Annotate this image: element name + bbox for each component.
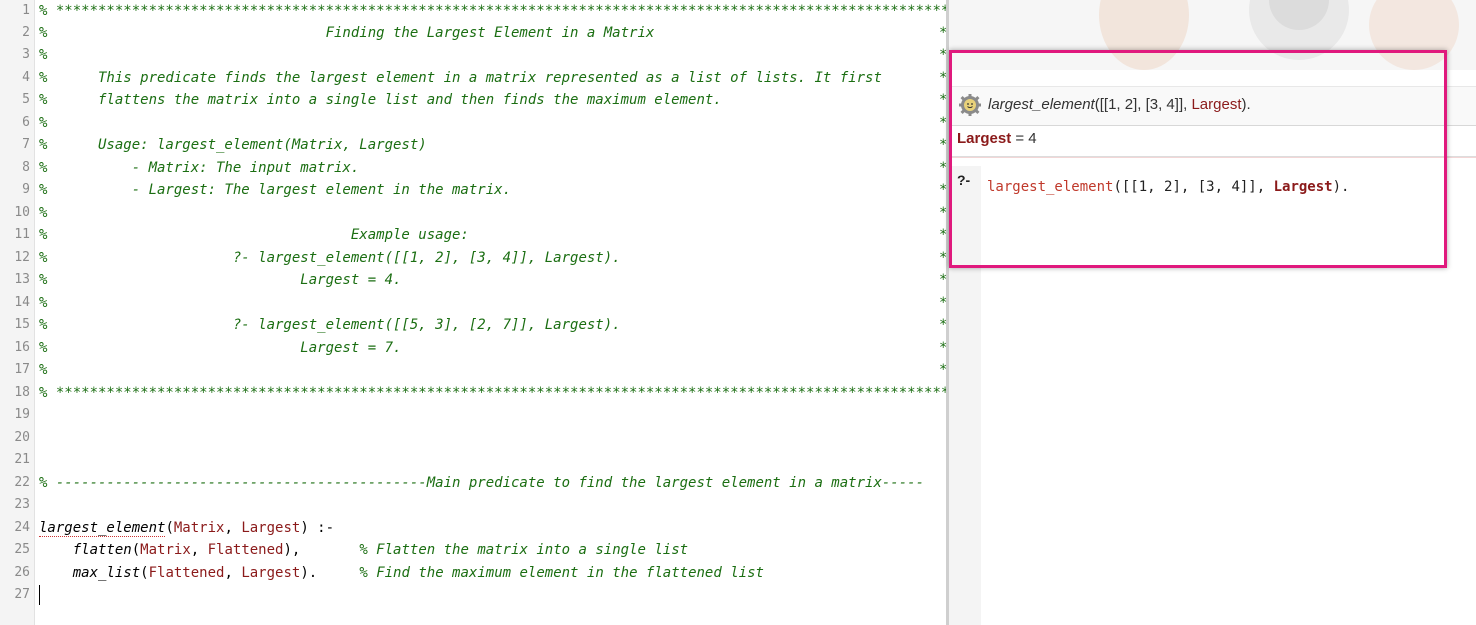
line-number: 4	[22, 70, 30, 85]
comment-line: % **************************************…	[39, 385, 946, 401]
query-variable: Largest	[1273, 179, 1333, 195]
variable: Largest	[241, 565, 301, 581]
line-number: 24	[14, 520, 30, 535]
prompt-gutter	[949, 166, 981, 625]
line-number: 8	[22, 160, 30, 175]
comment-border-star: *	[939, 247, 946, 269]
query-header[interactable]: largest_element([[1, 2], [3, 4]], Larges…	[949, 86, 1476, 126]
comment-line: %	[39, 205, 48, 221]
comment-border-star: *	[939, 134, 946, 156]
line-number: 19	[14, 407, 30, 422]
line-number: 17	[14, 362, 30, 377]
line-number: 25	[14, 542, 30, 557]
comment-line: %	[39, 47, 48, 63]
query-title-predicate: largest_element	[988, 96, 1095, 113]
comment-border-star: *	[939, 112, 946, 134]
line-number: 13	[14, 272, 30, 287]
line-number: 14	[14, 295, 30, 310]
comment-border-star: *	[939, 179, 946, 201]
query-pane: largest_element([[1, 2], [3, 4]], Larges…	[949, 0, 1476, 625]
line-number: 10	[14, 205, 30, 220]
line-number: 20	[14, 430, 30, 445]
section-comment: % --------------------------------------…	[39, 475, 925, 491]
query-answer: Largest = 4	[957, 130, 1037, 147]
comment-line: % This predicate finds the largest eleme…	[39, 70, 882, 86]
line-number: 15	[14, 317, 30, 332]
comment-border-star: *	[939, 89, 946, 111]
line-number: 27	[14, 587, 30, 602]
line-number: 12	[14, 250, 30, 265]
line-number: 2	[22, 25, 30, 40]
comment-line: % Example usage:	[39, 227, 469, 243]
comment-border-star: *	[939, 22, 946, 44]
clause-head-predicate[interactable]: largest_element	[39, 520, 166, 537]
query-predicate: largest_element	[987, 179, 1114, 195]
line-number: 3	[22, 47, 30, 62]
comment-line: % Usage: largest_element(Matrix, Largest…	[39, 137, 427, 153]
comment-border-star: *	[939, 269, 946, 291]
inline-comment: % Find the maximum element in the flatte…	[359, 565, 764, 581]
comment-line: % - Matrix: The input matrix.	[39, 160, 360, 176]
line-number: 6	[22, 115, 30, 130]
variable: Matrix	[140, 542, 191, 558]
query-prompt: ?-	[957, 172, 971, 188]
clause-body-line: flatten(Matrix, Flattened), % Flatten th…	[72, 542, 689, 558]
comment-line: % ?- largest_element([[5, 3], [2, 7]], L…	[39, 317, 621, 333]
query-title-variable: Largest	[1191, 96, 1242, 113]
line-number: 16	[14, 340, 30, 355]
line-number: 26	[14, 565, 30, 580]
comment-line: %	[39, 362, 48, 378]
comment-border-star: *	[939, 202, 946, 224]
line-number: 7	[22, 137, 30, 152]
clause-head-line: largest_element(Matrix, Largest) :-	[39, 520, 335, 537]
line-number: 5	[22, 92, 30, 107]
line-number: 18	[14, 385, 30, 400]
variable: Matrix	[173, 520, 225, 536]
query-title: largest_element([[1, 2], [3, 4]], Larges…	[988, 96, 1251, 113]
answer-value: 4	[1028, 130, 1037, 147]
comment-line: %	[39, 295, 48, 311]
variable: Flattened	[207, 542, 284, 558]
body-goal-predicate: flatten	[72, 542, 132, 558]
line-number: 23	[14, 497, 30, 512]
inline-comment: % Flatten the matrix into a single list	[359, 542, 689, 558]
comment-line: % Largest = 7.	[39, 340, 402, 356]
comment-border-star: *	[939, 359, 946, 381]
answer-variable: Largest	[957, 130, 1012, 147]
comment-border-star: *	[939, 67, 946, 89]
comment-border-star: *	[939, 314, 946, 336]
comment-border-star: *	[939, 337, 946, 359]
answer-divider	[949, 156, 1476, 158]
variable: Flattened	[148, 565, 225, 581]
comment-line: % - Largest: The largest element in the …	[39, 182, 512, 198]
background-logo	[949, 0, 1476, 70]
comment-line: % **************************************…	[39, 3, 946, 19]
comment-line: % flattens the matrix into a single list…	[39, 92, 722, 108]
comment-line: % Finding the Largest Element in a Matri…	[39, 25, 655, 41]
line-number: 9	[22, 182, 30, 197]
gear-icon	[959, 94, 981, 116]
comment-line: %	[39, 115, 48, 131]
comment-border-star: *	[939, 292, 946, 314]
text-cursor	[39, 585, 40, 605]
comment-border-star: *	[939, 157, 946, 179]
query-input[interactable]: largest_element([[1, 2], [3, 4]], Larges…	[987, 179, 1349, 195]
body-goal-predicate: max_list	[72, 565, 141, 581]
variable: Largest	[241, 520, 301, 536]
source-editor[interactable]: 1 2 3 4 5 6 7 8 9 10 11 12 13 14 15 16 1…	[0, 0, 946, 625]
line-number: 21	[14, 452, 30, 467]
comment-border-star: *	[939, 224, 946, 246]
comment-line: % ?- largest_element([[1, 2], [3, 4]], L…	[39, 250, 621, 266]
comment-line: % Largest = 4.	[39, 272, 402, 288]
line-number: 22	[14, 475, 30, 490]
comment-border-star: *	[939, 44, 946, 66]
line-number: 11	[14, 227, 30, 242]
line-number: 1	[22, 3, 30, 18]
clause-body-line: max_list(Flattened, Largest). % Find the…	[72, 565, 764, 581]
